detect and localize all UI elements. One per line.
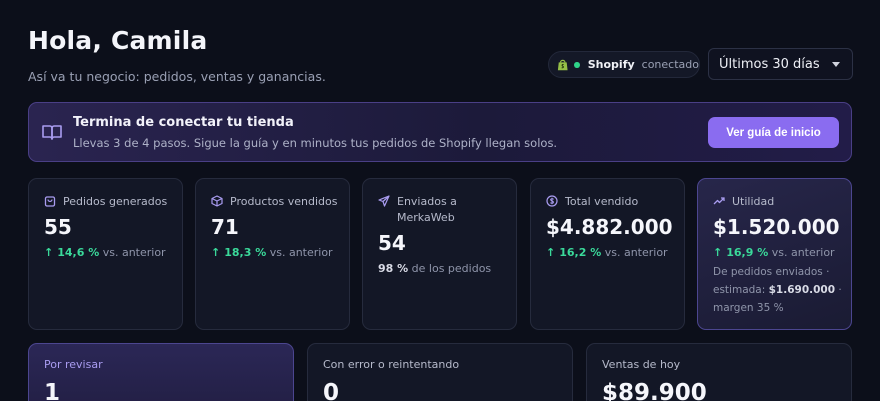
connected-status-dot — [574, 61, 580, 68]
summary-label: Por revisar — [44, 358, 103, 371]
summary-card-today-sales: Ventas de hoy $89.900 — [586, 343, 852, 401]
onboarding-banner: Termina de conectar tu tienda Llevas 3 d… — [28, 102, 852, 162]
metric-card-profit: Utilidad $1.520.000 ↑ 16,9 % vs. anterior… — [697, 178, 852, 330]
date-range-select[interactable]: Últimos 30 días — [708, 48, 853, 80]
metric-value: 54 — [378, 231, 406, 255]
trending-up-icon — [713, 197, 725, 205]
page-header: Hola, Camila Así va tu negocio: pedidos,… — [28, 26, 326, 84]
metric-change: ↑ 14,6 % vs. anterior — [44, 246, 166, 259]
metric-share: 98 % de los pedidos — [378, 262, 492, 275]
summary-label: Ventas de hoy — [602, 358, 681, 371]
profit-estimate-note: De pedidos enviados · estimada: $1.690.0… — [713, 266, 842, 314]
metric-value: $4.882.000 — [546, 215, 673, 239]
box-icon — [211, 195, 223, 207]
shopify-bag-icon — [557, 59, 568, 70]
start-guide-button[interactable]: Ver guía de inicio — [708, 117, 839, 148]
metric-card-total-sold: Total vendido $4.882.000 ↑ 16,2 % vs. ant… — [530, 178, 685, 330]
integration-status: conectado — [641, 58, 699, 71]
arrow-up-icon: ↑ — [546, 246, 556, 259]
send-icon — [378, 195, 390, 207]
arrow-up-icon: ↑ — [44, 246, 54, 259]
metric-card-sent: Enviados a MerkaWeb 54 98 % de los pedid… — [362, 178, 517, 330]
metric-change: ↑ 18,3 % vs. anterior — [211, 246, 333, 259]
arrow-up-icon: ↑ — [211, 246, 221, 259]
shopify-connection-badge[interactable]: Shopify conectado — [548, 51, 700, 78]
date-range-value: Últimos 30 días — [719, 56, 820, 72]
chevron-down-icon — [832, 62, 840, 67]
banner-text: Llevas 3 de 4 pasos. Sigue la guía y en … — [73, 136, 558, 150]
summary-card-to-review[interactable]: Por revisar 1 — [28, 343, 294, 401]
arrow-up-icon: ↑ — [713, 246, 723, 259]
page-subtitle: Así va tu negocio: pedidos, ventas y gan… — [28, 69, 326, 84]
summary-value: 0 — [323, 380, 340, 401]
metric-value: 55 — [44, 215, 72, 239]
metric-label: Enviados a MerkaWeb — [397, 195, 457, 224]
banner-title: Termina de conectar tu tienda — [73, 115, 294, 130]
metric-label: Productos vendidos — [230, 195, 338, 208]
dollar-circle-icon — [546, 195, 558, 207]
metric-label: Pedidos generados — [63, 195, 168, 208]
metric-change: ↑ 16,2 % vs. anterior — [546, 246, 668, 259]
metric-value: 71 — [211, 215, 239, 239]
metric-card-products: Productos vendidos 71 ↑ 18,3 % vs. anteri… — [195, 178, 350, 330]
summary-value: 1 — [44, 380, 61, 401]
shopping-bag-icon — [44, 196, 56, 207]
metric-label: Utilidad — [732, 195, 775, 208]
metric-value: $1.520.000 — [713, 215, 840, 239]
book-open-icon — [42, 125, 62, 140]
metric-card-orders: Pedidos generados 55 ↑ 14,6 % vs. anterio… — [28, 178, 183, 330]
summary-card-errors[interactable]: Con error o reintentando 0 — [307, 343, 573, 401]
page-title: Hola, Camila — [28, 26, 208, 55]
summary-label: Con error o reintentando — [323, 358, 460, 371]
metric-label: Total vendido — [565, 195, 639, 208]
summary-value: $89.900 — [602, 380, 707, 401]
integration-name: Shopify — [587, 58, 635, 71]
metric-change: ↑ 16,9 % vs. anterior — [713, 246, 835, 259]
